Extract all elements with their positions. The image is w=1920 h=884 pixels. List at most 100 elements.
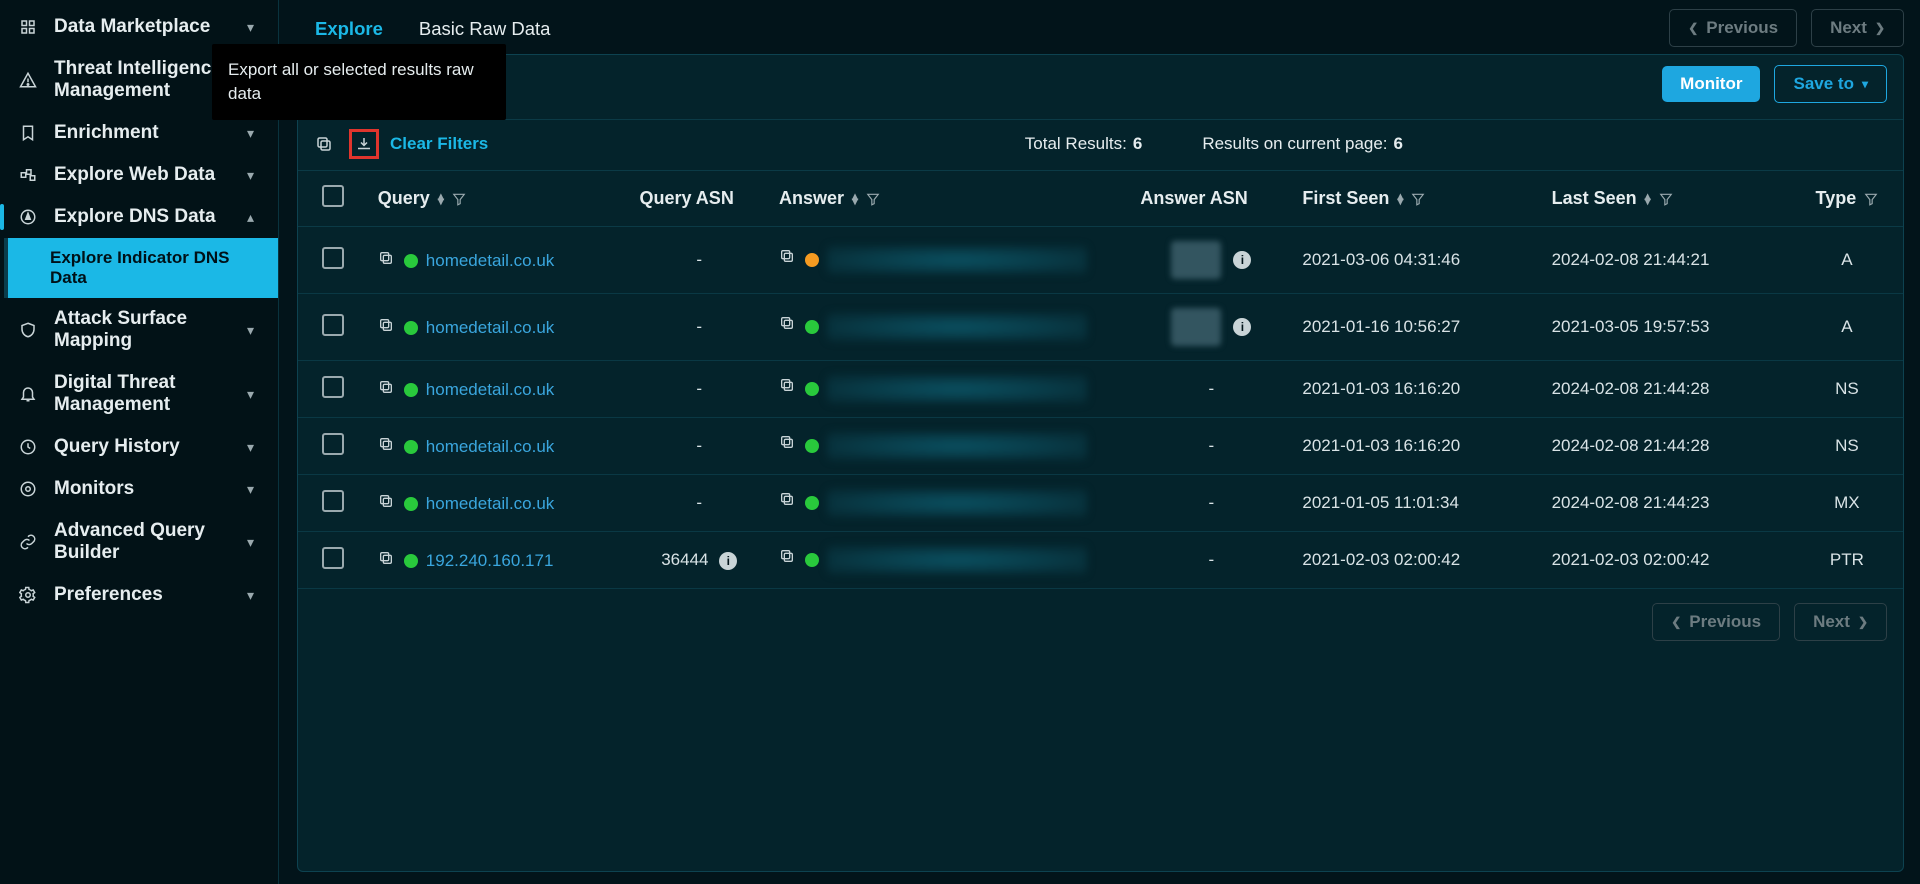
col-answer-asn[interactable]: Answer ASN bbox=[1130, 171, 1292, 227]
sidebar-subitem-label: Explore Indicator DNS Data bbox=[50, 248, 229, 287]
col-type[interactable]: Type bbox=[1791, 171, 1903, 227]
copy-icon[interactable] bbox=[779, 315, 795, 331]
cell-answer bbox=[769, 227, 1130, 294]
col-select[interactable] bbox=[298, 171, 368, 227]
cell-query: homedetail.co.uk bbox=[368, 475, 630, 532]
col-query[interactable]: Query ▴▾ bbox=[368, 171, 630, 227]
col-last-seen[interactable]: Last Seen ▴▾ bbox=[1542, 171, 1791, 227]
sidebar-item-digital-threat[interactable]: Digital Threat Management ▾ bbox=[0, 362, 278, 426]
query-link[interactable]: homedetail.co.uk bbox=[426, 380, 555, 399]
cell-query-asn: - bbox=[629, 475, 769, 532]
sidebar-item-label: Digital Threat Management bbox=[54, 372, 247, 416]
copy-all-button[interactable] bbox=[310, 130, 338, 158]
button-label: Save to bbox=[1793, 74, 1853, 94]
cell-last-seen: 2021-03-05 19:57:53 bbox=[1542, 294, 1791, 361]
row-checkbox[interactable] bbox=[298, 227, 368, 294]
redacted-answer bbox=[827, 246, 1087, 274]
chevron-left-icon: ❮ bbox=[1688, 21, 1698, 35]
button-label: Next bbox=[1830, 18, 1867, 38]
status-dot bbox=[805, 553, 819, 567]
previous-button[interactable]: ❮ Previous bbox=[1669, 9, 1797, 47]
copy-icon[interactable] bbox=[779, 434, 795, 450]
main-area: Explore Basic Raw Data ❮ Previous Next ❯… bbox=[279, 0, 1920, 884]
sort-icon: ▴▾ bbox=[852, 192, 858, 205]
query-link[interactable]: homedetail.co.uk bbox=[426, 494, 555, 513]
cell-answer-asn: - bbox=[1130, 418, 1292, 475]
query-link[interactable]: homedetail.co.uk bbox=[426, 318, 555, 337]
row-checkbox[interactable] bbox=[298, 475, 368, 532]
sidebar-item-preferences[interactable]: Preferences ▾ bbox=[0, 574, 278, 616]
sidebar-item-monitors[interactable]: Monitors ▾ bbox=[0, 468, 278, 510]
sidebar-item-attack-surface[interactable]: Attack Surface Mapping ▾ bbox=[0, 298, 278, 362]
chevron-right-icon: ❯ bbox=[1875, 21, 1885, 35]
cell-query-asn: - bbox=[629, 418, 769, 475]
copy-icon[interactable] bbox=[378, 317, 394, 333]
cell-first-seen: 2021-03-06 04:31:46 bbox=[1292, 227, 1541, 294]
panel-footer: ❮ Previous Next ❯ bbox=[298, 589, 1903, 655]
last-seen-value: 2024-02-08 21:44:23 bbox=[1552, 493, 1710, 512]
chevron-down-icon: ▾ bbox=[247, 125, 262, 142]
toolbar-row: Clear Filters Total Results: 6 Results o… bbox=[298, 120, 1903, 171]
cell-last-seen: 2024-02-08 21:44:23 bbox=[1542, 475, 1791, 532]
last-seen-value: 2024-02-08 21:44:28 bbox=[1552, 436, 1710, 455]
query-link[interactable]: 192.240.160.171 bbox=[426, 551, 554, 570]
cell-answer-asn: - bbox=[1130, 361, 1292, 418]
cell-last-seen: 2024-02-08 21:44:21 bbox=[1542, 227, 1791, 294]
query-asn-value: - bbox=[696, 250, 702, 269]
cell-query: homedetail.co.uk bbox=[368, 227, 630, 294]
info-icon[interactable]: i bbox=[1233, 318, 1251, 336]
monitor-button[interactable]: Monitor bbox=[1662, 66, 1760, 102]
first-seen-value: 2021-02-03 02:00:42 bbox=[1302, 550, 1460, 569]
query-link[interactable]: homedetail.co.uk bbox=[426, 437, 555, 456]
redacted-answer bbox=[827, 432, 1087, 460]
save-to-button[interactable]: Save to ▾ bbox=[1774, 65, 1887, 103]
clear-filters-link[interactable]: Clear Filters bbox=[390, 134, 488, 154]
results-block: Total Results: 6 Results on current page… bbox=[1025, 134, 1403, 154]
page-results: Results on current page: 6 bbox=[1202, 134, 1403, 154]
export-tooltip: Export all or selected results raw data bbox=[212, 44, 506, 120]
sidebar-item-data-marketplace[interactable]: Data Marketplace ▾ bbox=[0, 6, 278, 48]
sidebar-item-advanced-query[interactable]: Advanced Query Builder ▾ bbox=[0, 510, 278, 574]
copy-icon[interactable] bbox=[378, 250, 394, 266]
compass-icon bbox=[16, 208, 40, 226]
col-label: Answer bbox=[779, 188, 844, 209]
cell-type: MX bbox=[1791, 475, 1903, 532]
chevron-left-icon: ❮ bbox=[1671, 615, 1681, 629]
info-icon[interactable]: i bbox=[1233, 251, 1251, 269]
copy-icon[interactable] bbox=[779, 377, 795, 393]
row-checkbox[interactable] bbox=[298, 532, 368, 589]
copy-icon[interactable] bbox=[779, 548, 795, 564]
row-checkbox[interactable] bbox=[298, 294, 368, 361]
sidebar-subitem-explore-indicator-dns[interactable]: Explore Indicator DNS Data bbox=[4, 238, 278, 298]
query-asn-value: 36444 bbox=[661, 550, 708, 569]
col-query-asn[interactable]: Query ASN bbox=[629, 171, 769, 227]
answer-asn-value: - bbox=[1209, 436, 1215, 455]
query-link[interactable]: homedetail.co.uk bbox=[426, 251, 555, 270]
copy-icon[interactable] bbox=[378, 436, 394, 452]
export-button[interactable] bbox=[350, 130, 378, 158]
query-asn-value: - bbox=[696, 436, 702, 455]
copy-icon[interactable] bbox=[378, 550, 394, 566]
col-first-seen[interactable]: First Seen ▴▾ bbox=[1292, 171, 1541, 227]
checkbox-icon bbox=[322, 247, 344, 269]
row-checkbox[interactable] bbox=[298, 361, 368, 418]
info-icon[interactable]: i bbox=[719, 552, 737, 570]
footer-next-button[interactable]: Next ❯ bbox=[1794, 603, 1887, 641]
table-row: homedetail.co.uk-i2021-01-16 10:56:27202… bbox=[298, 294, 1903, 361]
next-button[interactable]: Next ❯ bbox=[1811, 9, 1904, 47]
col-label: Type bbox=[1816, 188, 1857, 209]
copy-icon[interactable] bbox=[378, 379, 394, 395]
row-checkbox[interactable] bbox=[298, 418, 368, 475]
copy-icon[interactable] bbox=[779, 248, 795, 264]
chevron-down-icon: ▾ bbox=[247, 322, 262, 339]
shield-icon bbox=[16, 321, 40, 339]
sidebar-item-query-history[interactable]: Query History ▾ bbox=[0, 426, 278, 468]
col-answer[interactable]: Answer ▴▾ bbox=[769, 171, 1130, 227]
total-results: Total Results: 6 bbox=[1025, 134, 1143, 154]
status-dot bbox=[404, 554, 418, 568]
sidebar-item-explore-dns[interactable]: Explore DNS Data ▴ bbox=[0, 196, 278, 238]
copy-icon[interactable] bbox=[378, 493, 394, 509]
sidebar-item-explore-web[interactable]: Explore Web Data ▾ bbox=[0, 154, 278, 196]
footer-previous-button[interactable]: ❮ Previous bbox=[1652, 603, 1780, 641]
copy-icon[interactable] bbox=[779, 491, 795, 507]
